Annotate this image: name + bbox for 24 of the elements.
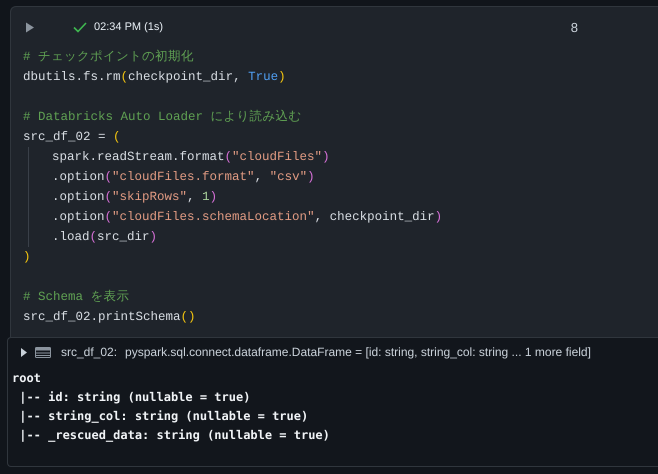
code-comment: # チェックポイントの初期化 (23, 50, 194, 64)
code-line: dbutils.fs.rm(checkpoint_dir, True) (23, 70, 286, 84)
schema-line: root (12, 370, 42, 387)
code-line: .load(src_dir) (52, 230, 158, 244)
schema-line: |-- id: string (nullable = true) (18, 389, 252, 406)
cell-number: 8 (570, 20, 578, 34)
code-line: .option("cloudFiles.schemaLocation", checkpoint_dir) (52, 210, 442, 224)
caret-icon (21, 348, 27, 356)
code-comment: # Databricks Auto Loader により読み込む (23, 110, 302, 124)
run-time: 02:34 PM (1s) (94, 21, 164, 33)
code-line: spark.readStream.format("cloudFiles") (52, 150, 330, 164)
code-line: .option("cloudFiles.format", "csv") (52, 170, 315, 184)
code-line: ) (23, 250, 31, 264)
schema-line: |-- string_col: string (nullable = true) (18, 408, 310, 425)
variable-name: src_df_02: (61, 345, 118, 359)
code-comment: # Schema を表示 (23, 290, 130, 304)
dataframe-type: pyspark.sql.connect.dataframe.DataFrame = [id: string, string_col: string ... 1 more field] (125, 345, 591, 359)
table-icon (35, 346, 51, 358)
code-line: src_df_02.printSchema() (23, 310, 196, 324)
code-line: .option("skipRows", 1) (52, 190, 218, 204)
play-icon (25, 22, 35, 32)
code-line: src_df_02 = ( (23, 130, 121, 144)
schema-line: |-- _rescued_data: string (nullable = true) (18, 427, 331, 444)
expand-toggle[interactable] (21, 348, 27, 356)
